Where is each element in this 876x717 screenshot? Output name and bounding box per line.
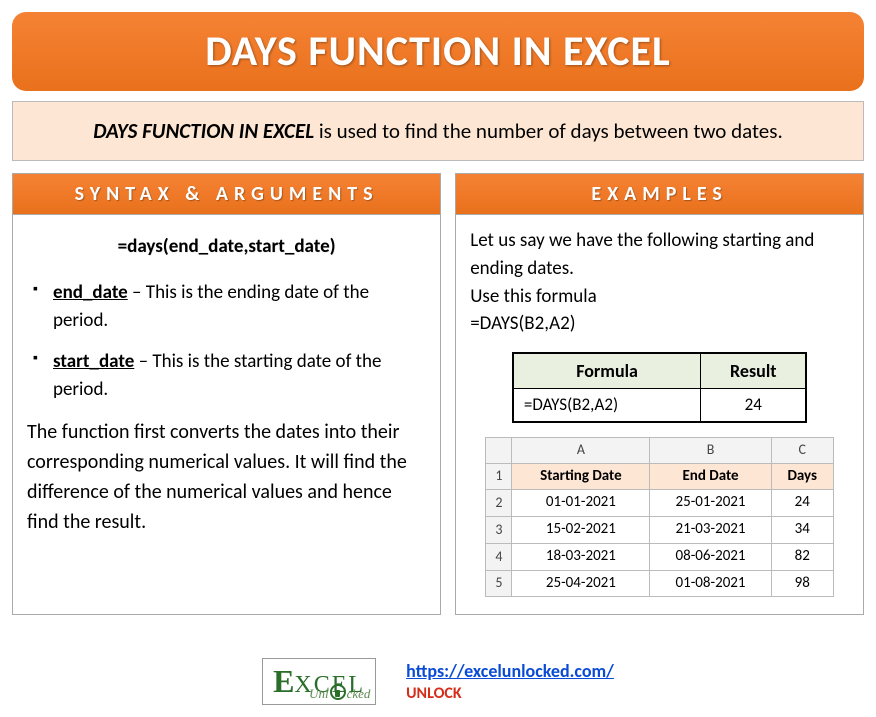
title-bar: DAYS FUNCTION IN EXCEL [12, 12, 864, 91]
syntax-body: =days(end_date,start_date) end_date – Th… [12, 215, 441, 615]
grid-datahead: Starting Date [512, 463, 650, 490]
syntax-header: SYNTAX & ARGUMENTS [12, 173, 441, 215]
grid-colhead: B [650, 438, 771, 463]
intro-box: DAYS FUNCTION IN EXCEL is used to find t… [12, 101, 864, 161]
syntax-explanation: The function first converts the dates in… [27, 417, 426, 537]
examples-intro-line: Let us say we have the following startin… [470, 227, 849, 282]
columns: SYNTAX & ARGUMENTS =days(end_date,start_… [12, 173, 864, 615]
grid-datahead: Days [771, 463, 833, 490]
grid-cell: 01-01-2021 [512, 490, 650, 517]
grid-rowhead: 3 [486, 517, 512, 544]
argument-item: start_date – This is the starting date o… [31, 348, 426, 403]
formula-result-table: Formula Result =DAYS(B2,A2) 24 [512, 352, 807, 424]
page-title: DAYS FUNCTION IN EXCEL [22, 26, 854, 77]
logo-unlocked-text: Unlcked [309, 682, 370, 702]
fr-result-cell: 24 [701, 388, 807, 422]
grid-cell: 25-01-2021 [650, 490, 771, 517]
grid-corner [486, 438, 512, 463]
grid-rowhead: 4 [486, 543, 512, 570]
grid-cell: 01-08-2021 [650, 570, 771, 597]
logo-letter-e: E [273, 663, 294, 700]
grid-cell: 25-04-2021 [512, 570, 650, 597]
grid-cell: 18-03-2021 [512, 543, 650, 570]
grid-cell: 82 [771, 543, 833, 570]
grid-cell: 98 [771, 570, 833, 597]
argument-name: end_date [53, 281, 128, 304]
grid-rowhead: 1 [486, 463, 512, 490]
examples-column: EXAMPLES Let us say we have the followin… [455, 173, 864, 615]
argument-item: end_date – This is the ending date of th… [31, 279, 426, 334]
examples-body: Let us say we have the following startin… [455, 215, 864, 615]
intro-strong: DAYS FUNCTION IN EXCEL [93, 118, 314, 144]
argument-name: start_date [53, 350, 134, 373]
grid-cell: 08-06-2021 [650, 543, 771, 570]
syntax-formula: =days(end_date,start_date) [27, 233, 426, 261]
footer-link-block: https://excelunlocked.com/ UNLOCK [406, 660, 614, 703]
lock-icon [330, 684, 346, 700]
grid-cell: 24 [771, 490, 833, 517]
grid-cell: 15-02-2021 [512, 517, 650, 544]
grid-cell: 34 [771, 517, 833, 544]
footer-unlock-text: UNLOCK [406, 684, 614, 703]
examples-intro-line: Use this formula [470, 283, 849, 311]
grid-cell: 21-03-2021 [650, 517, 771, 544]
argument-list: end_date – This is the ending date of th… [27, 279, 426, 403]
footer-link[interactable]: https://excelunlocked.com/ [406, 660, 614, 682]
examples-intro-formula: =DAYS(B2,A2) [470, 310, 849, 338]
fr-header-formula: Formula [513, 353, 701, 389]
grid-datahead: End Date [650, 463, 771, 490]
grid-colhead: C [771, 438, 833, 463]
grid-rowhead: 5 [486, 570, 512, 597]
grid-rowhead: 2 [486, 490, 512, 517]
footer: EXCEL Unlcked https://excelunlocked.com/… [0, 658, 876, 705]
examples-header: EXAMPLES [455, 173, 864, 215]
grid-colhead: A [512, 438, 650, 463]
logo: EXCEL Unlcked [262, 658, 376, 705]
syntax-column: SYNTAX & ARGUMENTS =days(end_date,start_… [12, 173, 441, 615]
intro-rest: is used to find the number of days betwe… [314, 118, 783, 144]
examples-intro: Let us say we have the following startin… [470, 227, 849, 337]
fr-formula-cell: =DAYS(B2,A2) [513, 388, 701, 422]
fr-header-result: Result [701, 353, 807, 389]
excel-grid: A B C 1 Starting Date End Date Days 2 01… [485, 437, 833, 597]
